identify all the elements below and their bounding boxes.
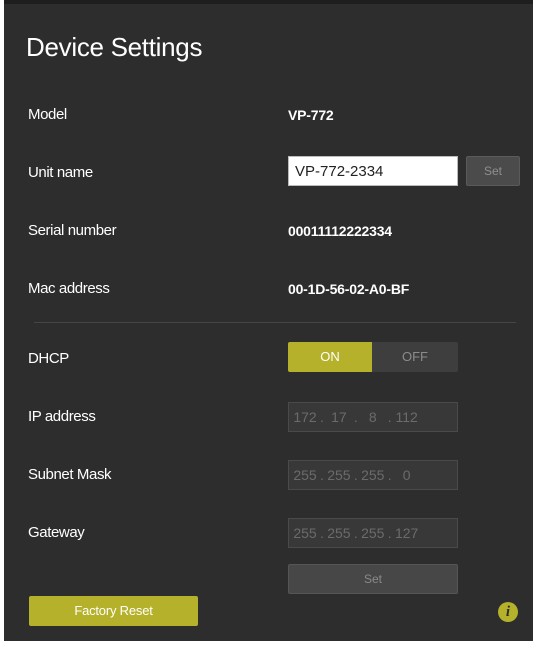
section-divider bbox=[34, 322, 516, 323]
gateway-input[interactable]: 255. 255. 255. 127 bbox=[288, 518, 458, 548]
network-set-button[interactable]: Set bbox=[288, 564, 458, 594]
mac-address-label: Mac address bbox=[28, 280, 110, 297]
ip-octet-1: 172 bbox=[293, 409, 317, 425]
gateway-label: Gateway bbox=[28, 524, 85, 541]
ip-octet-3: 8 bbox=[368, 409, 377, 425]
model-value: VP-772 bbox=[288, 107, 334, 123]
dhcp-off-option[interactable]: OFF bbox=[372, 342, 458, 372]
subnet-mask-label: Subnet Mask bbox=[28, 466, 112, 483]
dhcp-on-option[interactable]: ON bbox=[288, 342, 372, 372]
model-label: Model bbox=[28, 106, 67, 123]
page-title: Device Settings bbox=[26, 32, 203, 62]
unit-name-input[interactable] bbox=[288, 156, 458, 186]
unit-name-set-button[interactable]: Set bbox=[466, 156, 520, 186]
factory-reset-button[interactable]: Factory Reset bbox=[29, 596, 198, 626]
dhcp-toggle[interactable]: ON OFF bbox=[288, 342, 458, 372]
device-settings-panel: Device Settings Model VP-772 Unit name S… bbox=[4, 0, 533, 641]
subnet-octet-1: 255 bbox=[293, 467, 317, 483]
gateway-octet-3: 255 bbox=[361, 525, 385, 541]
subnet-octet-2: 255 bbox=[327, 467, 351, 483]
subnet-mask-input[interactable]: 255. 255. 255. 0 bbox=[288, 460, 458, 490]
ip-address-label: IP address bbox=[28, 408, 96, 425]
ip-address-input[interactable]: 172. 17. 8. 112 bbox=[288, 402, 458, 432]
gateway-octet-2: 255 bbox=[327, 525, 351, 541]
serial-number-label: Serial number bbox=[28, 222, 117, 239]
subnet-octet-3: 255 bbox=[361, 467, 385, 483]
info-icon[interactable]: i bbox=[498, 602, 518, 622]
ip-octet-2: 17 bbox=[331, 409, 347, 425]
dhcp-label: DHCP bbox=[28, 350, 69, 367]
ip-octet-4: 112 bbox=[395, 409, 418, 425]
serial-number-value: 00011112222334 bbox=[288, 223, 392, 239]
gateway-octet-4: 127 bbox=[394, 525, 419, 541]
unit-name-label: Unit name bbox=[28, 164, 93, 181]
gateway-octet-1: 255 bbox=[293, 525, 317, 541]
mac-address-value: 00-1D-56-02-A0-BF bbox=[288, 281, 410, 297]
subnet-octet-4: 0 bbox=[402, 467, 411, 483]
